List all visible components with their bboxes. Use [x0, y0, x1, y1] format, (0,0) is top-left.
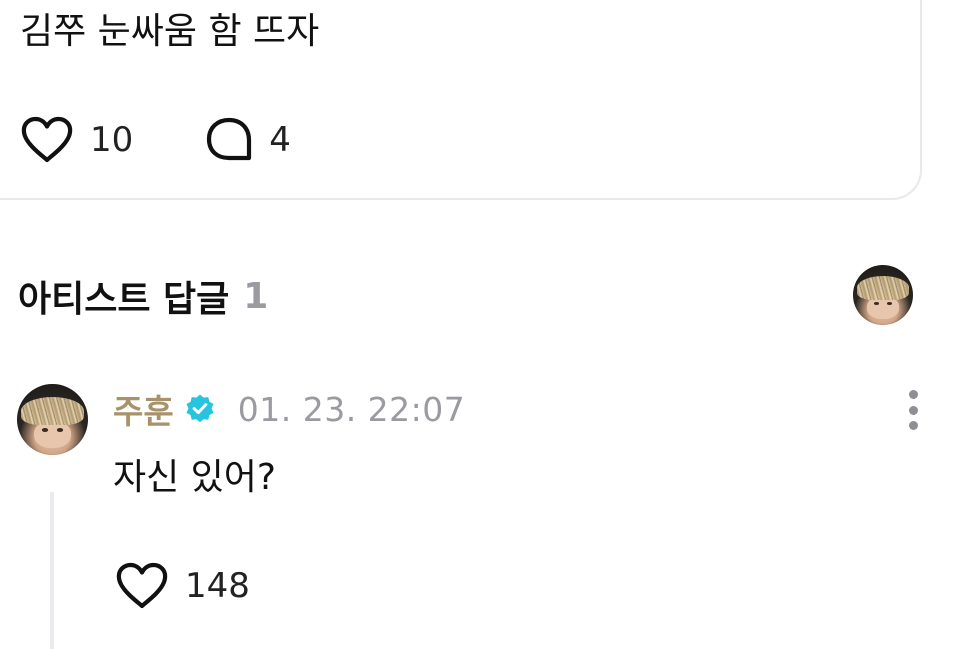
verified-badge-icon	[184, 393, 216, 425]
post-comment-count: 4	[269, 120, 291, 160]
comments-page: 김쭈 눈싸움 함 뜨자 10 4 아티스트 답글 1 주훈 01. 23. 22…	[0, 0, 973, 649]
comment-text: 자신 있어?	[113, 457, 277, 498]
section-title: 아티스트 답글	[18, 279, 230, 320]
heart-outline-icon	[115, 562, 169, 610]
post-card: 김쭈 눈싸움 함 뜨자 10 4	[0, 0, 922, 200]
comment-like-count: 148	[185, 566, 250, 606]
more-vertical-icon	[908, 390, 918, 399]
comment-timestamp: 01. 23. 22:07	[237, 389, 466, 429]
post-comment-button[interactable]: 4	[205, 116, 291, 164]
heart-outline-icon	[20, 116, 74, 164]
my-avatar[interactable]	[853, 265, 913, 325]
section-count: 1	[243, 275, 269, 317]
comment-like-button[interactable]: 148	[115, 562, 250, 610]
comment-actions: 148	[115, 560, 250, 612]
comment-author-name[interactable]: 주훈	[113, 385, 174, 433]
post-like-count: 10	[90, 120, 134, 160]
post-text: 김쭈 눈싸움 함 뜨자	[20, 11, 320, 52]
comment-author-avatar[interactable]	[17, 384, 88, 455]
speech-bubble-icon	[205, 116, 253, 164]
thread-line	[50, 492, 54, 649]
section-header: 아티스트 답글 1	[18, 268, 268, 324]
post-like-button[interactable]: 10	[20, 116, 133, 164]
comment-more-button[interactable]	[896, 388, 930, 432]
comment-meta: 주훈 01. 23. 22:07	[113, 386, 465, 432]
post-actions: 10 4	[20, 114, 291, 166]
